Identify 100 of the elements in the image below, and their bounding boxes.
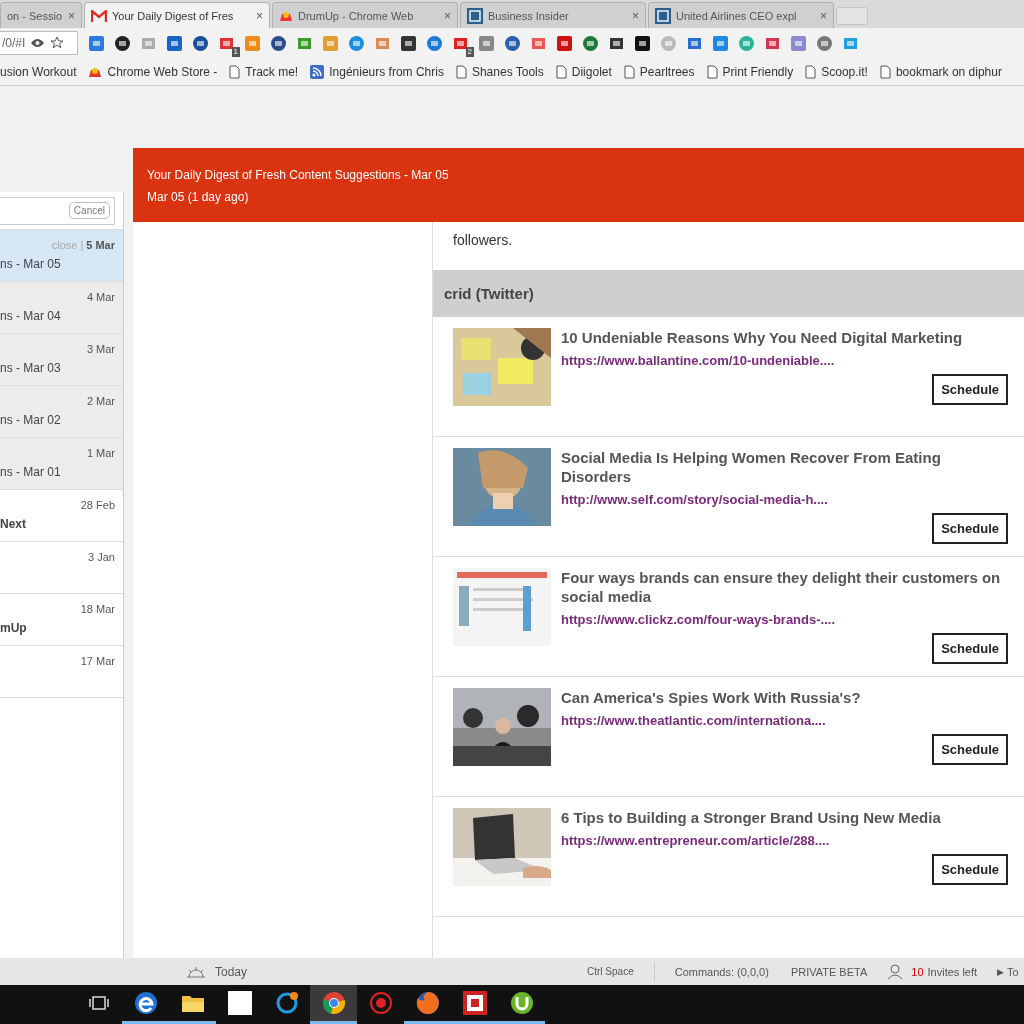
page-icon [805, 64, 817, 79]
message-date: 4 Mar [86, 291, 115, 303]
bookmark-link[interactable]: Scoop.it! [805, 64, 868, 79]
schedule-button[interactable]: Schedule [932, 513, 1008, 544]
post-title: Can America's Spies Work With Russia's? [561, 688, 862, 707]
message-date: 5 Mar [86, 239, 115, 251]
schedule-button[interactable]: Schedule [932, 374, 1008, 405]
message-date: 3 Mar [86, 343, 115, 355]
bookmark-link[interactable]: Pearltrees [623, 64, 695, 79]
badge-count: 2 [465, 46, 474, 57]
schedule-button[interactable]: Schedule [932, 734, 1008, 765]
bookmark-link[interactable]: Ingénieurs from Chris [310, 64, 444, 79]
frame-icon[interactable] [462, 991, 487, 1015]
ring-icon[interactable] [274, 991, 299, 1015]
folder-icon[interactable] [180, 993, 205, 1013]
browser-tab[interactable]: on - Sessio × [0, 2, 82, 28]
message-item[interactable]: 1 Mar ns - Mar 01 [0, 438, 123, 490]
extension-icon[interactable] [400, 34, 417, 52]
post-title: 10 Undeniable Reasons Why You Need Digital Marketing [561, 328, 964, 347]
search-field[interactable]: Cancel [0, 196, 115, 225]
bookmark-link[interactable]: Print Friendly [706, 64, 794, 79]
message-item[interactable]: 4 Mar ns - Mar 04 [0, 282, 123, 334]
cancel-button[interactable]: Cancel [68, 202, 110, 219]
taskbar-button[interactable] [310, 985, 357, 1024]
post-title: Social Media Is Helping Women Recover From Eating Disorders [561, 448, 942, 486]
logo-icon [467, 7, 483, 24]
bookmark-link[interactable]: bookmark on diphur [879, 64, 1002, 79]
bookmark-link[interactable]: usion Workout [0, 64, 77, 79]
logo-icon [655, 7, 671, 24]
page-icon [623, 64, 635, 79]
torrent-icon[interactable] [509, 991, 534, 1015]
message-date: 1 Mar [86, 447, 115, 459]
task-view-icon[interactable] [88, 995, 109, 1011]
more-label[interactable]: To [1007, 965, 1019, 978]
post-link[interactable]: https://www.clickz.com/four-ways-brands-.... [561, 612, 1008, 627]
message-date: Mar 05 (1 day ago) [147, 190, 250, 204]
close-icon[interactable]: × [68, 8, 75, 23]
post-title: Four ways brands can ensure they delight their customers on social media [561, 568, 1002, 606]
page-icon [879, 64, 891, 79]
bookmark-link[interactable]: Chrome Web Store - [88, 64, 218, 79]
page-icon [706, 64, 718, 79]
play-icon[interactable]: ▶ [997, 966, 1005, 977]
beta-label: PRIVATE BETA [790, 965, 868, 978]
page-icon [555, 64, 567, 79]
commands-label: Commands: (0,0,0) [674, 965, 769, 978]
star-icon[interactable] [50, 36, 65, 50]
bookmark-link[interactable]: Shanes Tools [455, 64, 544, 79]
bookmark-link[interactable]: Track me! [229, 64, 299, 79]
today-label[interactable]: Today [215, 964, 248, 979]
message-subject: ns - Mar 03 [0, 361, 62, 375]
close-icon[interactable]: × [632, 8, 639, 23]
chrome-icon[interactable] [321, 991, 346, 1015]
close-icon[interactable]: × [256, 8, 263, 23]
post-title: 6 Tips to Building a Stronger Brand Using New Media [561, 808, 942, 827]
section-header: crid (Twitter) [433, 270, 1024, 317]
schedule-button[interactable]: Schedule [932, 633, 1008, 664]
message-item[interactable]: 2 Mar ns - Mar 02 [0, 386, 123, 438]
extension-icon[interactable] [114, 34, 131, 52]
firefox-icon[interactable] [415, 991, 440, 1015]
invites-label[interactable]: Invites left [927, 965, 978, 978]
extension-icon[interactable] [192, 34, 209, 52]
message-subject: ns - Mar 04 [0, 309, 62, 323]
message-subject: Next [0, 517, 27, 531]
browser-tab[interactable]: DrumUp - Chrome Web × [272, 2, 458, 28]
post-link[interactable]: http://www.self.com/story/social-media-h.... [561, 492, 1008, 507]
page-icon [455, 64, 467, 79]
store-icon [279, 9, 293, 22]
browser-tab[interactable]: Business Insider × [460, 2, 646, 28]
page-icon [229, 64, 241, 79]
badge-count: 1 [231, 46, 240, 57]
browser-tab[interactable]: Your Daily Digest of Fres × [84, 2, 270, 28]
message-date: 2 Mar [86, 395, 115, 407]
post-link[interactable]: https://www.theatlantic.com/internationa.... [561, 713, 1008, 728]
store-icon [88, 65, 103, 78]
invite-count: 10 [911, 965, 924, 978]
window-icon[interactable] [227, 991, 252, 1015]
bookmark-link[interactable]: Diigolet [555, 64, 612, 79]
message-subject: ns - Mar 02 [0, 413, 62, 427]
feed-icon [310, 64, 325, 79]
shortcut-label: Ctrl Space [587, 966, 634, 977]
address-bar[interactable]: /0/#I [0, 31, 78, 55]
browser-tab[interactable]: United Airlines CEO expl × [648, 2, 834, 28]
close-icon[interactable]: × [820, 8, 827, 23]
post-link[interactable]: https://www.entrepreneur.com/article/288.... [561, 833, 1008, 848]
close-icon[interactable]: × [444, 8, 451, 23]
extension-icon[interactable] [634, 34, 651, 52]
browser-icon[interactable] [133, 991, 158, 1015]
message-title: Your Daily Digest of Fresh Content Suggestions - Mar 05 [147, 168, 450, 182]
sunrise-icon [186, 965, 206, 978]
message-date: 3 Jan [88, 551, 115, 563]
schedule-button[interactable]: Schedule [932, 854, 1008, 885]
eye-icon[interactable] [31, 38, 45, 48]
intro-text: followers. [452, 231, 514, 250]
message-item[interactable]: 3 Mar ns - Mar 03 [0, 334, 123, 386]
message-item[interactable]: close | 5 Mar ns - Mar 05 [0, 230, 123, 282]
message-subject: mUp [0, 621, 28, 635]
person-icon [887, 963, 904, 980]
extension-icon[interactable] [270, 34, 287, 52]
separator: | [80, 239, 84, 251]
post-link[interactable]: https://www.ballantine.com/10-undeniable.... [561, 353, 1008, 368]
